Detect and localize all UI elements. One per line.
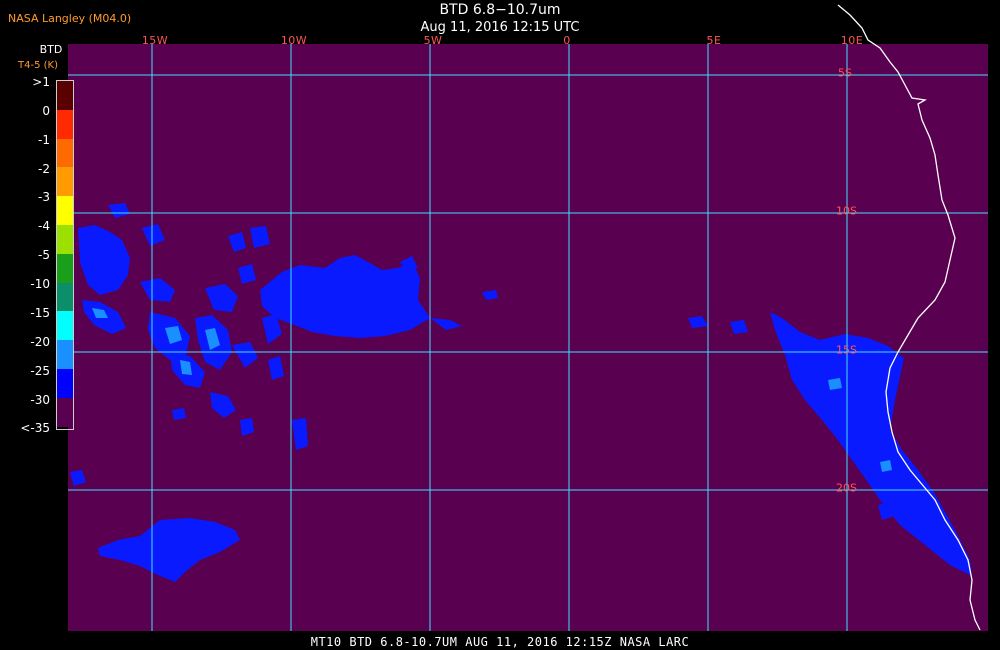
legend-swatch	[57, 311, 73, 341]
legend-label: -10	[30, 277, 50, 291]
lat-label-15s: 15S	[836, 343, 857, 357]
legend-label: -2	[38, 162, 50, 176]
legend-label: -20	[30, 335, 50, 349]
legend-label: -15	[30, 306, 50, 320]
legend-swatch	[57, 397, 73, 427]
lon-label-0: 0	[563, 34, 571, 47]
legend-swatch	[57, 109, 73, 139]
legend-swatch	[57, 253, 73, 283]
legend-swatch	[57, 282, 73, 312]
satellite-map	[68, 4, 988, 631]
legend-label: -1	[38, 133, 50, 147]
lon-label-5w: 5W	[423, 34, 443, 47]
lon-label-10e: 10E	[840, 34, 864, 47]
legend-swatch	[57, 167, 73, 197]
legend-label: <-35	[20, 421, 50, 435]
legend-swatch	[57, 138, 73, 168]
legend-title: BTD	[39, 43, 63, 56]
legend-label: 0	[42, 104, 50, 118]
legend-swatch	[57, 368, 73, 398]
color-legend	[56, 80, 74, 430]
legend-units: T4-5 (K)	[18, 60, 58, 71]
legend-label: -25	[30, 364, 50, 378]
legend-swatch	[57, 81, 73, 110]
legend-label: >1	[32, 75, 50, 89]
lon-label-10w: 10W	[280, 34, 308, 47]
legend-swatch	[57, 196, 73, 225]
legend-label: -4	[38, 219, 50, 233]
lon-label-5e: 5E	[706, 34, 722, 47]
footer-caption: MT10 BTD 6.8-10.7UM AUG 11, 2016 12:15Z …	[310, 635, 690, 649]
legend-swatch	[57, 340, 73, 369]
lat-label-10s: 10S	[836, 204, 857, 218]
image-title: BTD 6.8−10.7um	[439, 2, 561, 18]
legend-label: -5	[38, 248, 50, 262]
lat-label-5s: 5S	[838, 66, 852, 80]
legend-label: -3	[38, 190, 50, 204]
image-timestamp: Aug 11, 2016 12:15 UTC	[420, 20, 580, 35]
lat-label-20s: 20S	[836, 481, 857, 495]
lon-label-15w: 15W	[141, 34, 169, 47]
legend-label: -30	[30, 393, 50, 407]
legend-swatch	[57, 224, 73, 254]
